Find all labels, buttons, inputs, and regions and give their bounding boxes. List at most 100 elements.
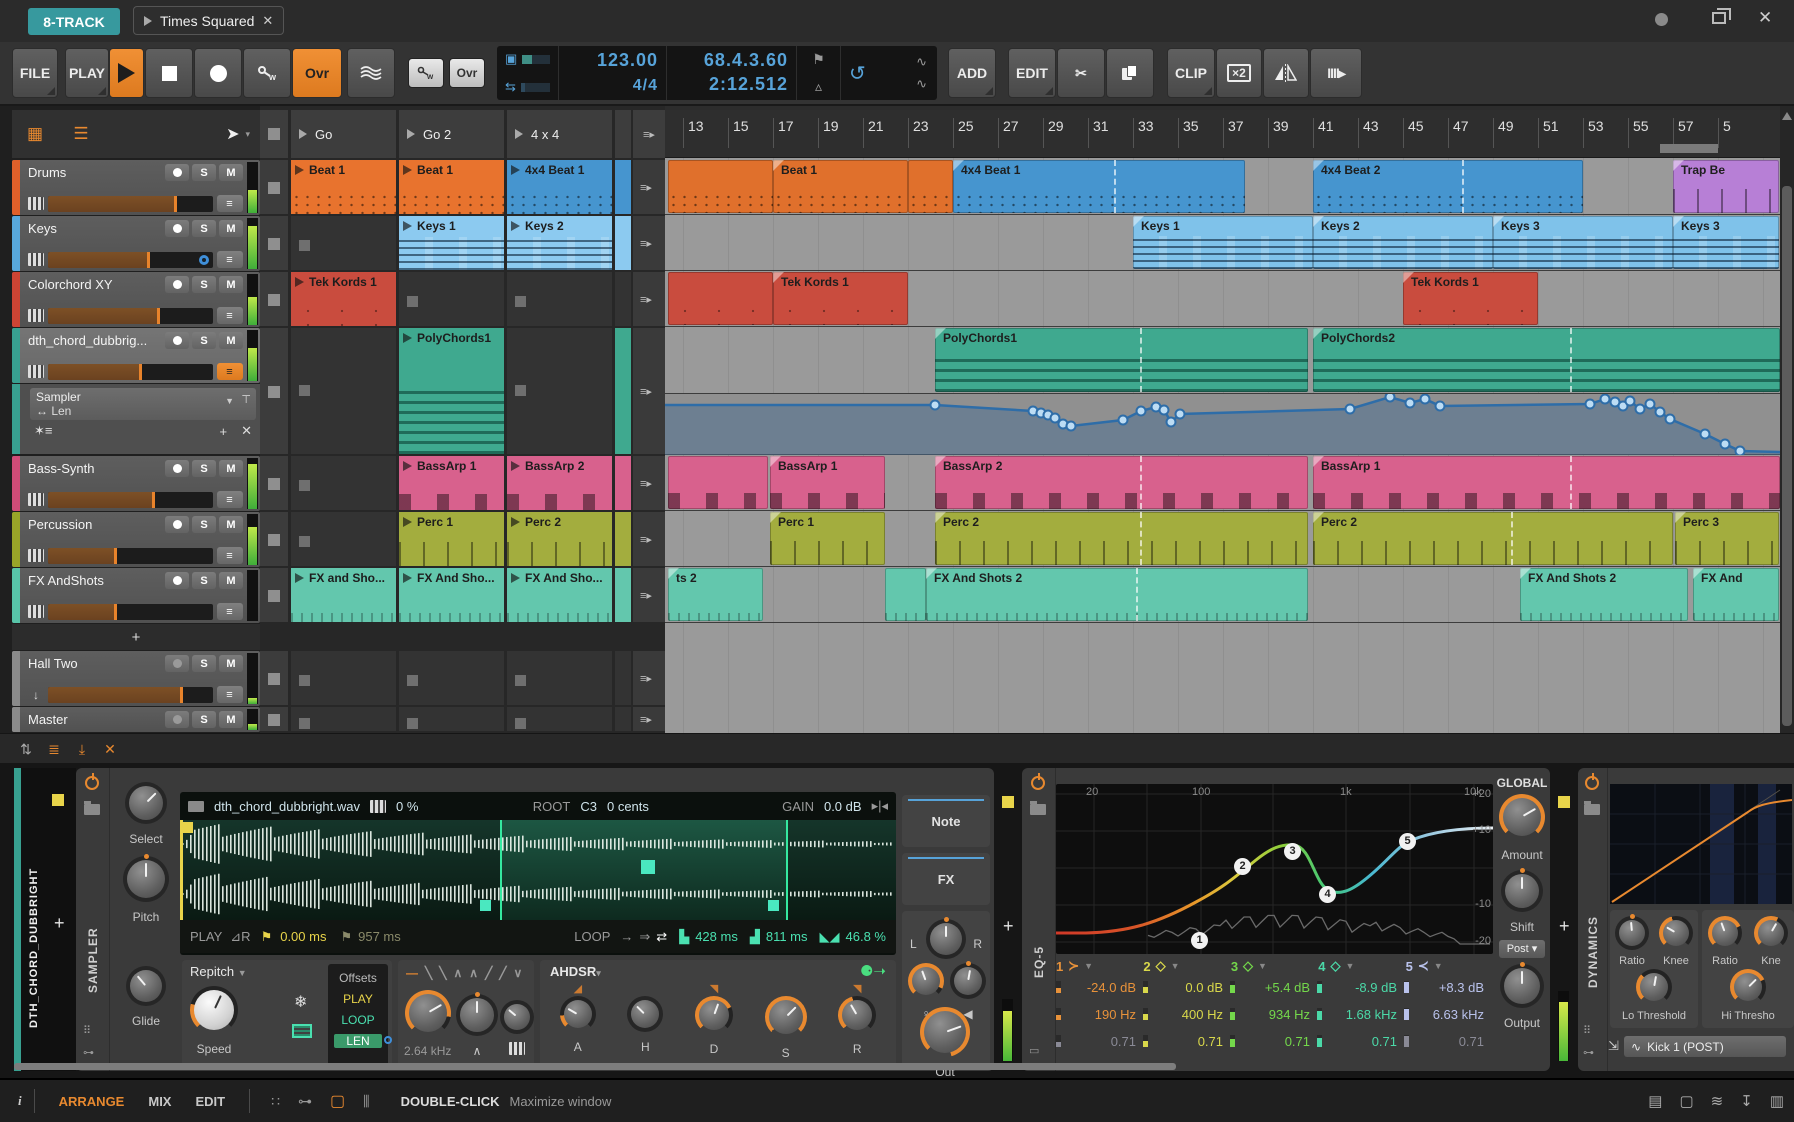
clip-slot[interactable]: FX and Sho... — [291, 568, 396, 622]
clip-slot[interactable]: Beat 1 — [291, 160, 396, 214]
lo-knee-knob[interactable]: Knee — [1659, 916, 1693, 967]
device-expand-icon[interactable]: ▭ — [1029, 1044, 1039, 1057]
loop-icon[interactable]: ↺ — [849, 61, 866, 86]
lo-ratio-knob[interactable]: Ratio — [1615, 916, 1649, 967]
device-panel-icon[interactable]: ▢ — [330, 1091, 345, 1111]
offset-loop[interactable]: LOOP — [328, 1013, 388, 1027]
clip-play-icon[interactable] — [295, 165, 304, 175]
automation-point[interactable] — [1736, 447, 1745, 456]
eq-band-select-2[interactable]: 2◇▼ — [1143, 958, 1230, 974]
arranger-clip[interactable] — [668, 272, 773, 325]
eq-band-select-4[interactable]: 4◇▼ — [1318, 958, 1405, 974]
arranger-clip-ts-2[interactable]: ts 2 — [668, 568, 763, 621]
fit-icon[interactable]: ▸|◂ — [872, 798, 888, 814]
resonance-knob[interactable]: ∧ — [456, 994, 498, 1058]
glide-knob[interactable]: Glide — [126, 966, 166, 1028]
eq-band3-q[interactable]: 0.71 — [1238, 1034, 1310, 1049]
mute-button[interactable]: M — [219, 164, 243, 181]
clip-play-icon[interactable] — [511, 517, 520, 527]
edit-button[interactable]: EDIT — [1008, 48, 1056, 98]
solo-button[interactable]: S — [192, 516, 216, 533]
clip-slot[interactable]: BassArp 1 — [399, 456, 504, 510]
solo-button[interactable]: S — [192, 655, 216, 672]
pan-dot[interactable] — [199, 255, 209, 265]
arranger-lane-fxandshots[interactable]: ts 2FX And Shots 2FX And Shots 2FX And — [665, 568, 1780, 623]
eq-band5-gain[interactable]: +8.3 dB — [1412, 980, 1484, 995]
arranger-clip-bassarp-2[interactable]: BassArp 2 — [935, 456, 1308, 509]
vscroll-thumb[interactable] — [1782, 186, 1792, 726]
track-header-dth-chord-dubbrig-[interactable]: dth_chord_dubbrig...SM≡ — [12, 328, 260, 383]
device-folder-icon[interactable] — [84, 804, 100, 815]
track-header-hall-two[interactable]: Hall TwoSM↓≡ — [12, 651, 260, 706]
empty-slot[interactable] — [399, 651, 504, 705]
clip-stop-button[interactable] — [260, 651, 288, 705]
view-mix[interactable]: MIX — [148, 1094, 171, 1109]
eq-band4-freq[interactable]: 1.68 kHz — [1325, 1007, 1397, 1022]
ruler-scroll-thumb[interactable] — [1660, 144, 1718, 153]
cutoff-knob[interactable]: 2.64 kHz — [404, 990, 451, 1058]
dots-panel-icon[interactable]: ∷ — [271, 1093, 280, 1110]
hi-knee-knob[interactable]: Kne — [1754, 916, 1788, 967]
solo-button[interactable]: S — [192, 711, 216, 728]
add-button[interactable]: ADD — [948, 48, 996, 98]
track-scene-menu-icon[interactable]: ≡▸ — [633, 568, 665, 622]
scene-play-icon[interactable] — [515, 129, 523, 139]
fx-section-button[interactable]: FX — [902, 853, 990, 905]
device-selector[interactable]: Sampler ↔ Len ▼ ⊤ — [30, 388, 256, 420]
volume-slider[interactable] — [48, 364, 213, 380]
automation-point[interactable] — [1421, 395, 1430, 404]
punch-cell[interactable]: ⚑ ▵ — [797, 46, 841, 100]
record-arm-button[interactable] — [165, 460, 189, 477]
scene-launch-2[interactable]: Go 2 — [399, 110, 504, 158]
eq-band5-q[interactable]: 0.71 — [1412, 1034, 1484, 1049]
empty-slot[interactable] — [399, 707, 504, 731]
track-scene-menu-icon[interactable]: ≡▸ — [633, 707, 665, 731]
arranger-clip[interactable] — [668, 160, 773, 213]
record-arm-button[interactable] — [165, 164, 189, 181]
automation-point[interactable] — [1386, 394, 1395, 402]
hamburger-play-icon[interactable]: ≡▸ — [640, 181, 652, 194]
eq-band2-gain[interactable]: 0.0 dB — [1151, 980, 1223, 995]
automation-point[interactable] — [1137, 407, 1146, 416]
empty-slot[interactable] — [507, 707, 612, 731]
arranger-clip-beat-1[interactable]: Beat 1 — [773, 160, 908, 213]
volume-slider[interactable] — [48, 604, 213, 620]
eq-band2-q[interactable]: 0.71 — [1151, 1034, 1223, 1049]
arranger-clip-bassarp-1[interactable]: BassArp 1 — [1313, 456, 1780, 509]
scene-launch-1[interactable]: Go — [291, 110, 396, 158]
sidechain-icon[interactable]: ⇲ — [1608, 1038, 1619, 1054]
double-content-button[interactable]: ×2 — [1216, 48, 1262, 98]
overdub-button[interactable]: Ovr — [292, 48, 342, 98]
mute-button[interactable]: M — [219, 572, 243, 589]
automation-point[interactable] — [1051, 414, 1060, 423]
clip-slot[interactable]: Perc 2 — [507, 512, 612, 566]
cut-button[interactable]: ✂ — [1057, 48, 1105, 98]
automation-point[interactable] — [1601, 395, 1610, 404]
position-cell[interactable]: 68.4.3.60 2:12.512 — [667, 46, 797, 100]
consolidate-button[interactable]: IIII▸ — [1310, 48, 1362, 98]
key-follow-icon[interactable]: ⚈➝ — [860, 962, 886, 980]
fade-out-icon[interactable]: ∿ — [916, 76, 927, 92]
automation-point[interactable] — [1067, 422, 1076, 431]
scene-play-icon[interactable] — [407, 129, 415, 139]
arranger-clip-polychords1[interactable]: PolyChords1 — [935, 328, 1308, 392]
automation-point[interactable] — [1666, 415, 1675, 424]
solo-button[interactable]: S — [192, 220, 216, 237]
reverse-button[interactable] — [1263, 48, 1309, 98]
loop-off-icon[interactable]: → — [620, 929, 633, 944]
hamburger-play-icon[interactable]: ≡▸ — [640, 672, 652, 685]
clip-slot[interactable]: FX And Sho... — [507, 568, 612, 622]
track-scene-menu-icon[interactable]: ≡▸ — [633, 456, 665, 510]
eq-band2-freq[interactable]: 400 Hz — [1151, 1007, 1223, 1022]
freeze-icon[interactable]: ❄ — [294, 992, 307, 1012]
device-panel-hscroll[interactable] — [14, 1063, 1176, 1070]
sample-select-knob[interactable]: Select — [125, 782, 167, 846]
record-arm-button[interactable] — [165, 332, 189, 349]
volume-slider[interactable] — [48, 687, 213, 703]
arranger-clip-perc-1[interactable]: Perc 1 — [770, 512, 885, 565]
punch-in-icon[interactable]: ⚑ — [805, 51, 832, 68]
arranger-clip-4x4-beat-2[interactable]: 4x4 Beat 2 — [1313, 160, 1583, 213]
clip-stop-button[interactable] — [260, 707, 288, 731]
arranger-clip-fx-and-shots-2[interactable]: FX And Shots 2 — [1520, 568, 1688, 621]
eq-band3-gain[interactable]: +5.4 dB — [1238, 980, 1310, 995]
